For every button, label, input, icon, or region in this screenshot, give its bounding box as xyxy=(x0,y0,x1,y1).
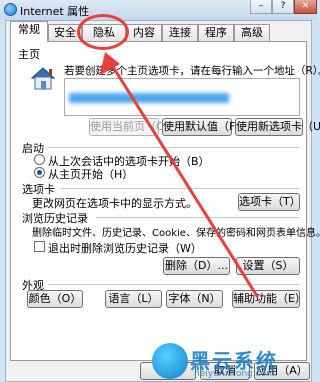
startup-home-label: 从主页开始（H） xyxy=(48,168,134,181)
languages-button[interactable]: 语言（L） xyxy=(105,290,162,308)
home-section-label: 主页 xyxy=(18,48,40,61)
watermark: 黑云系统 heiyunxitong.com xyxy=(150,343,317,382)
watermark-logo-icon xyxy=(152,343,188,379)
accessibility-button[interactable]: 辅助功能（E） xyxy=(232,290,306,308)
history-settings-button[interactable]: 设置（S） xyxy=(236,257,300,275)
help-button[interactable]: ? xyxy=(272,0,294,14)
divider xyxy=(48,147,300,148)
home-icon xyxy=(30,66,56,90)
window-title: Internet 属性 xyxy=(20,5,90,18)
startup-home-radio[interactable] xyxy=(34,167,45,178)
divider xyxy=(48,284,300,285)
startup-last-session-radio[interactable] xyxy=(34,154,45,165)
divider xyxy=(60,188,300,189)
tabs-description: 更改网页在选项卡中的显示方式。 xyxy=(32,197,197,210)
tab-connections[interactable]: 连接 xyxy=(162,24,198,41)
use-default-button[interactable]: 使用默认值（F） xyxy=(162,118,246,136)
tab-content[interactable]: 内容 xyxy=(126,24,162,41)
colors-button[interactable]: 颜色（O） xyxy=(27,290,83,308)
annotation-circle xyxy=(77,14,129,50)
delete-on-exit-label: 退出时删除浏览历史记录（W） xyxy=(48,242,202,255)
internet-explorer-icon xyxy=(4,3,17,16)
tab-programs[interactable]: 程序 xyxy=(198,24,234,41)
use-new-tab-button[interactable]: 使用新选项卡（U） xyxy=(235,118,320,136)
watermark-url: heiyunxitong.com xyxy=(194,369,275,379)
use-current-button[interactable]: 使用当前页（C） xyxy=(89,118,175,136)
tab-general[interactable]: 常规 xyxy=(10,21,48,42)
delete-on-exit-checkbox[interactable] xyxy=(34,241,45,252)
tabs-settings-button[interactable]: 选项卡（T） xyxy=(238,193,301,211)
delete-history-button[interactable]: 删除（D）... xyxy=(163,257,230,275)
minimize-button[interactable]: – xyxy=(250,0,272,14)
fonts-button[interactable]: 字体（N） xyxy=(166,290,223,308)
home-description: 若要创建多个主页选项卡，请在每行输入一个地址（R）。 xyxy=(64,65,320,77)
history-description: 删除临时文件、历史记录、Cookie、保存的密码和网页表单信息。 xyxy=(32,228,320,239)
divider xyxy=(96,217,300,218)
tab-advanced[interactable]: 高级 xyxy=(234,24,270,41)
close-button[interactable]: ✕ xyxy=(294,0,317,14)
home-page-url-redacted xyxy=(69,93,229,103)
home-page-input[interactable] xyxy=(64,78,300,116)
